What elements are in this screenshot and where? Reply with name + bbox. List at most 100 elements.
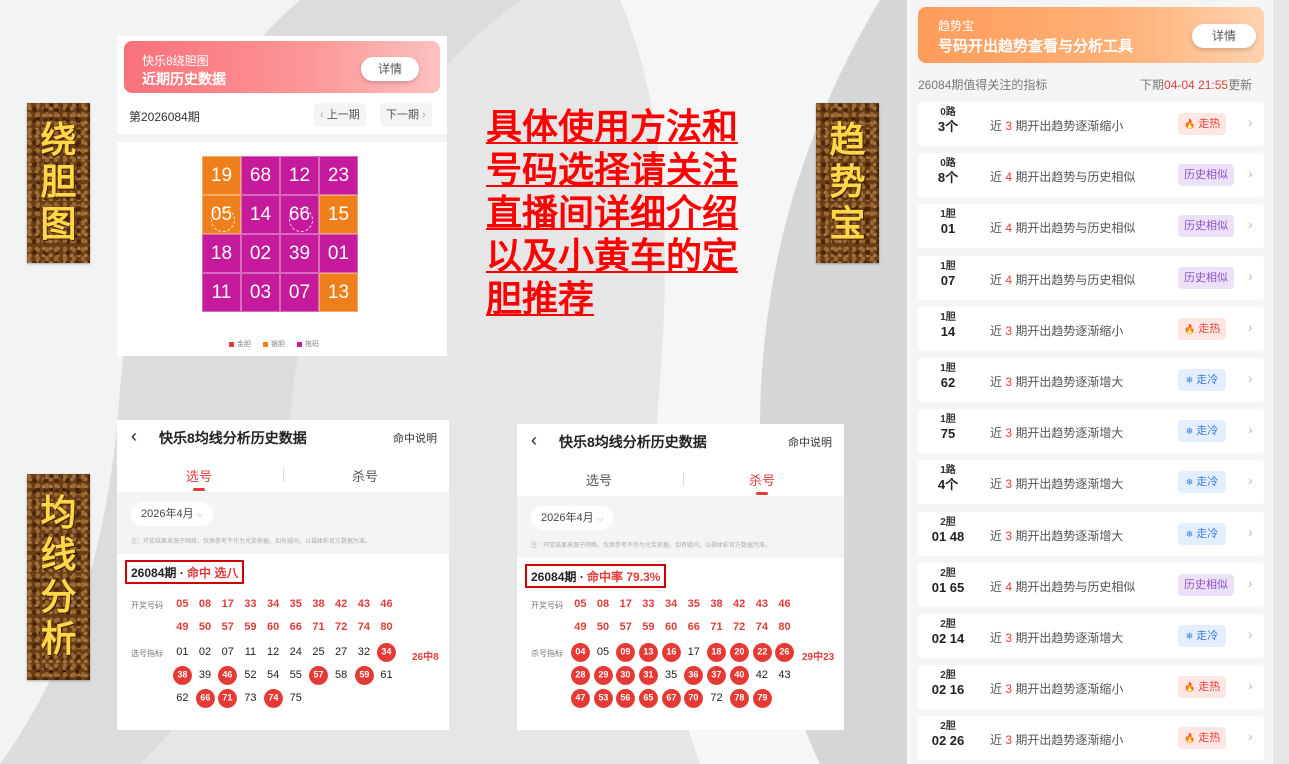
trend-description: 近 4 期开出趋势与历史相似 (990, 271, 1135, 288)
back-icon[interactable]: ‹ (131, 426, 137, 447)
trend-tag: 历史相似 (1178, 266, 1234, 289)
hit-number-ball: 40 (729, 666, 749, 685)
analysis-title: 快乐8均线分析历史数据 (559, 434, 707, 450)
label-char: 胆 (40, 162, 77, 203)
number: 72 (710, 691, 723, 704)
hit-number-ball: 74 (263, 689, 283, 708)
desc-post: 期开出趋势逐渐缩小 (1015, 323, 1124, 338)
draw-number: 74 (755, 620, 768, 633)
trend-category: 1胆 (940, 260, 956, 272)
trend-row[interactable]: 1胆 01 近 4 期开出趋势与历史相似 历史相似 › (918, 204, 1264, 249)
trend-row[interactable]: 2胆 02 14 近 3 期开出趋势逐渐增大 ❄ 走冷 › (918, 614, 1264, 658)
help-link[interactable]: 命中说明 (788, 434, 832, 450)
trend-row[interactable]: 2胆 01 65 近 4 期开出趋势与历史相似 历史相似 › (918, 562, 1264, 607)
draw-number: 59 (244, 620, 257, 633)
number: 73 (244, 691, 257, 704)
snowflake-icon: ❄ (1185, 426, 1194, 437)
trend-tag: ❄ 走冷 (1178, 420, 1226, 443)
month-select[interactable]: 2026年4月 ⌵ (531, 506, 614, 530)
grid-cell: 23 (319, 156, 358, 195)
desc-post: 期开出趋势与历史相似 (1015, 579, 1136, 594)
trend-number: 14 (940, 323, 956, 339)
trend-row[interactable]: 0路 3个 近 3 期开出趋势逐渐缩小 🔥 走热 › (918, 102, 1264, 146)
trend-row[interactable]: 1胆 62 近 3 期开出趋势逐渐增大 ❄ 走冷 › (918, 358, 1264, 402)
kill-numbers: 04 05 09 13 16 17 18 20 22 26 28 29 30 31 35 36 37 40 42 43… (569, 641, 796, 710)
desc-post: 期开出趋势逐渐缩小 (1015, 733, 1124, 748)
hit-number-ball: 36 (684, 666, 704, 685)
number: 75 (289, 691, 302, 704)
prev-period-label: 上一期 (326, 109, 360, 121)
trend-tag-label: 走热 (1198, 732, 1221, 745)
hit-number-ball: 71 (218, 689, 238, 708)
tab-kill[interactable]: 杀号 (305, 466, 425, 485)
issue-hit-rate: 命中率 79.3% (587, 570, 661, 584)
number: 35 (664, 668, 678, 681)
trend-description: 近 3 期开出趋势逐渐增大 (990, 475, 1123, 492)
snowflake-icon: ❄ (1185, 528, 1194, 539)
trend-detail-button[interactable]: 详情 (1192, 24, 1256, 48)
trend-row[interactable]: 1胆 14 近 3 期开出趋势逐渐缩小 🔥 走热 › (918, 306, 1264, 351)
chevron-right-icon: › (1248, 318, 1253, 335)
desc-count: 4 (1005, 272, 1013, 287)
fire-icon: 🔥 (1184, 119, 1196, 129)
grid-cell: 07 (280, 273, 319, 312)
disclaimer: 注：开奖结果来源于网络，仅供参考不作为兑奖依据。如有疑问，以福体彩官方数据为准。 (131, 539, 372, 545)
tab-pick[interactable]: 选号 (139, 466, 259, 491)
trend-tag-label: 走热 (1198, 681, 1221, 694)
month-select[interactable]: 2026年4月 ⌵ (131, 502, 214, 526)
draw-number: 80 (778, 620, 791, 633)
issue-label: 26084期 · (531, 570, 588, 584)
desc-count: 4 (1005, 579, 1013, 594)
trend-row[interactable]: 2胆 01 48 近 3 期开出趋势逐渐增大 ❄ 走冷 › (918, 511, 1264, 556)
draw-number: 43 (755, 598, 768, 610)
label-raodantu: 绕 胆 图 (27, 103, 90, 263)
desc-count: 4 (1005, 221, 1013, 236)
chevron-right-icon: › (1248, 267, 1253, 284)
next-period-button[interactable]: 下一期 › (380, 103, 432, 127)
trend-number: 4个 (937, 477, 959, 493)
chevron-right-icon: › (1248, 728, 1253, 745)
raodantu-title: 近期历史数据 (142, 71, 226, 87)
tab-divider (283, 468, 284, 482)
prev-period-button[interactable]: ‹ 上一期 (314, 103, 366, 127)
tab-pick[interactable]: 选号 (539, 470, 659, 489)
trend-app-name: 趋势宝 (938, 19, 975, 33)
hit-number-ball: 29 (593, 666, 613, 685)
hit-number-ball: 59 (354, 666, 374, 685)
label-char: 势 (829, 162, 866, 203)
trend-row[interactable]: 2胆 02 26 近 3 期开出趋势逐渐缩小 🔥 走热 › (918, 716, 1264, 761)
back-icon[interactable]: ‹ (531, 430, 537, 451)
trend-row[interactable]: 1胆 07 近 4 期开出趋势与历史相似 历史相似 › (918, 255, 1264, 300)
trend-category: 0路 (940, 158, 956, 170)
number: 62 (176, 691, 189, 704)
trend-row[interactable]: 2胆 02 16 近 3 期开出趋势逐渐缩小 🔥 走热 › (918, 665, 1264, 710)
number: 58 (335, 668, 348, 681)
number: 05 (596, 646, 610, 658)
trend-category: 1胆 (940, 209, 956, 221)
trend-number: 02 26 (931, 733, 965, 749)
trend-category: 2胆 (940, 721, 956, 733)
help-link[interactable]: 命中说明 (393, 430, 437, 446)
trend-row[interactable]: 0路 8个 近 4 期开出趋势与历史相似 历史相似 › (918, 153, 1264, 198)
trend-tag: ❄ 走冷 (1178, 369, 1226, 391)
draw-number: 33 (642, 598, 655, 610)
hit-number-ball: 13 (639, 643, 658, 662)
next-update: 下期04-04 21:55更新 (1140, 76, 1252, 93)
number: 27 (335, 646, 348, 658)
grid-cell: 01 (319, 234, 358, 273)
trend-tag: ❄ 走冷 (1178, 471, 1226, 494)
trend-tag-label: 走冷 (1196, 425, 1219, 438)
number: 12 (266, 646, 280, 658)
grid-cell: 66 (280, 195, 319, 234)
tab-kill[interactable]: 杀号 (702, 470, 822, 495)
hit-number-ball: 47 (571, 689, 590, 708)
desc-count: 3 (1005, 477, 1013, 492)
trend-row[interactable]: 1胆 75 近 3 期开出趋势逐渐增大 ❄ 走冷 › (918, 409, 1264, 454)
trend-subtitle: 26084期值得关注的指标 (918, 78, 1048, 92)
trend-row[interactable]: 1路 4个 近 3 期开出趋势逐渐增大 ❄ 走冷 › (918, 460, 1264, 505)
issue-label: 26084期 · (131, 566, 188, 580)
raodantu-header: 快乐8绕胆图 近期历史数据 详情 (124, 41, 440, 93)
chevron-right-icon: › (1248, 472, 1253, 489)
raodantu-detail-button[interactable]: 详情 (361, 57, 419, 81)
draw-number: 34 (664, 598, 678, 610)
